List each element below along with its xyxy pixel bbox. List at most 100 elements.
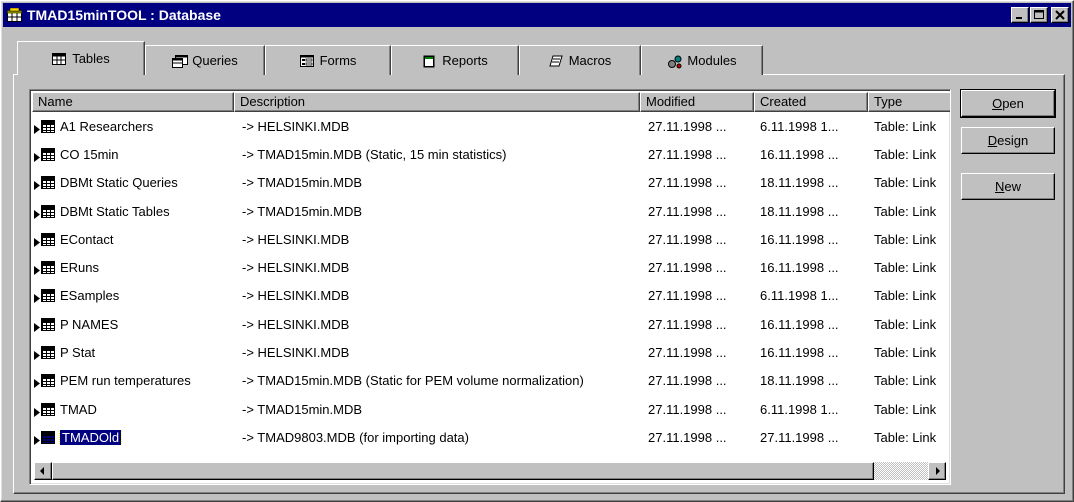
link-arrow-icon [34, 235, 40, 247]
scroll-thumb[interactable] [52, 462, 874, 480]
row-created: 16.11.1998 ... [760, 345, 839, 361]
row-type: Table: Link [874, 401, 937, 417]
maximize-button[interactable] [1030, 7, 1048, 23]
linked-table-icon [41, 176, 55, 190]
row-created: 16.11.1998 ... [760, 260, 839, 276]
row-modified: 27.11.1998 ... [648, 429, 727, 445]
tables-list[interactable]: Name Description Modified Created Type A… [29, 89, 951, 485]
query-icon [172, 54, 189, 68]
new-button-label: ew [1004, 179, 1021, 194]
row-modified: 27.11.1998 ... [648, 288, 727, 304]
database-icon [7, 7, 23, 22]
row-name: CO 15min [60, 146, 119, 162]
row-created: 6.11.1998 1... [760, 401, 839, 417]
row-name-cell: CO 15min [32, 147, 236, 162]
macro-icon [549, 55, 563, 67]
table-row[interactable]: ERuns -> HELSINKI.MDB 27.11.1998 ... 16.11.… [32, 253, 950, 281]
row-description: -> TMAD15min.MDB [242, 175, 363, 191]
table-row[interactable]: TMADOld -> TMAD9803.MDB (for importing da… [32, 423, 950, 451]
row-created: 6.11.1998 1... [760, 288, 839, 304]
table-row[interactable]: P Stat -> HELSINKI.MDB 27.11.1998 ... 16.11… [32, 338, 950, 366]
row-type: Table: Link [874, 429, 937, 445]
table-icon [52, 52, 67, 65]
column-header-name[interactable]: Name [32, 92, 234, 112]
row-name: ERuns [60, 260, 100, 276]
row-modified: 27.11.1998 ... [648, 175, 727, 191]
table-row[interactable]: TMAD -> TMAD15min.MDB 27.11.1998 ... 6.11.1… [32, 395, 950, 423]
row-name-cell: TMADOld [32, 429, 236, 445]
row-description: -> HELSINKI.MDB [242, 316, 350, 332]
minimize-button[interactable] [1011, 7, 1029, 23]
linked-table-icon [41, 147, 55, 161]
database-window: TMAD15minTOOL : Database Tables Queries … [0, 0, 1074, 502]
linked-table-icon [41, 430, 55, 444]
row-modified: 27.11.1998 ... [648, 260, 727, 276]
form-icon [299, 54, 314, 67]
row-description: -> TMAD15min.MDB (Static, 15 min statist… [242, 146, 507, 162]
tab-tables-label: Tables [72, 51, 110, 66]
row-created: 16.11.1998 ... [760, 146, 839, 162]
module-icon [667, 55, 682, 68]
row-name: DBMt Static Queries [60, 175, 178, 191]
linked-table-icon [41, 402, 55, 416]
scroll-right-button[interactable] [928, 462, 946, 480]
open-button-label: pen [1002, 96, 1024, 111]
tab-forms[interactable]: Forms [265, 45, 391, 75]
tab-reports[interactable]: Reports [391, 45, 519, 75]
link-arrow-icon [34, 263, 40, 276]
table-row[interactable]: DBMt Static Queries -> TMAD15min.MDB 27.11… [32, 169, 950, 197]
row-type: Table: Link [874, 146, 937, 162]
horizontal-scrollbar[interactable] [34, 462, 946, 480]
row-name-cell: DBMt Static Queries [32, 175, 236, 191]
row-created: 18.11.1998 ... [760, 203, 839, 219]
table-row[interactable]: A1 Researchers -> HELSINKI.MDB 27.11.1998 … [32, 112, 950, 140]
column-header-created[interactable]: Created [754, 92, 868, 112]
row-type: Table: Link [874, 288, 937, 304]
open-button-accel: O [992, 96, 1003, 111]
tab-reports-label: Reports [442, 53, 488, 68]
close-button[interactable] [1051, 7, 1069, 23]
column-header-description[interactable]: Description [234, 92, 640, 112]
link-arrow-icon [34, 348, 40, 361]
table-row[interactable]: P NAMES -> HELSINKI.MDB 27.11.1998 ... 16.1… [32, 310, 950, 338]
row-type: Table: Link [874, 231, 937, 247]
table-row[interactable]: CO 15min -> TMAD15min.MDB (Static, 15 min… [32, 140, 950, 168]
row-name-cell: ESamples [32, 288, 236, 304]
tab-modules[interactable]: Modules [641, 45, 763, 75]
row-description: -> TMAD15min.MDB [242, 401, 363, 417]
table-row[interactable]: PEM run temperatures -> TMAD15min.MDB (St… [32, 367, 950, 395]
scroll-left-button[interactable] [34, 462, 52, 480]
design-button-accel: D [987, 133, 998, 148]
table-row[interactable]: EContact -> HELSINKI.MDB 27.11.1998 ... 16.… [32, 225, 950, 253]
link-arrow-icon [34, 122, 40, 134]
link-arrow-icon [34, 320, 40, 332]
minimize-icon [1016, 17, 1022, 19]
linked-table-icon [41, 232, 55, 246]
row-created: 18.11.1998 ... [760, 373, 839, 389]
tab-tables[interactable]: Tables [17, 41, 145, 75]
new-button[interactable]: New [961, 173, 1055, 200]
linked-table-icon [41, 374, 55, 388]
linked-table-icon [41, 204, 55, 218]
row-modified: 27.11.1998 ... [648, 118, 727, 134]
row-name: DBMt Static Tables [60, 203, 170, 219]
row-type: Table: Link [874, 175, 937, 191]
tab-queries[interactable]: Queries [145, 45, 265, 75]
design-button[interactable]: Design [961, 127, 1055, 154]
column-header-modified[interactable]: Modified [640, 92, 754, 112]
open-button[interactable]: Open [960, 89, 1056, 118]
table-row[interactable]: DBMt Static Tables -> TMAD15min.MDB 27.11.… [32, 197, 950, 225]
row-created: 27.11.1998 ... [760, 429, 839, 445]
list-header: Name Description Modified Created Type [32, 92, 950, 112]
title-bar[interactable]: TMAD15minTOOL : Database [3, 3, 1071, 27]
row-name-cell: P Stat [32, 345, 236, 361]
table-row[interactable]: ESamples -> HELSINKI.MDB 27.11.1998 ... 6.1… [32, 282, 950, 310]
tab-macros[interactable]: Macros [519, 45, 641, 75]
row-created: 18.11.1998 ... [760, 175, 839, 191]
column-header-type[interactable]: Type [868, 92, 950, 112]
row-type: Table: Link [874, 118, 937, 134]
scroll-track[interactable] [52, 462, 928, 480]
tab-macros-label: Macros [568, 53, 612, 68]
row-type: Table: Link [874, 316, 937, 332]
row-name: TMAD [60, 401, 97, 417]
